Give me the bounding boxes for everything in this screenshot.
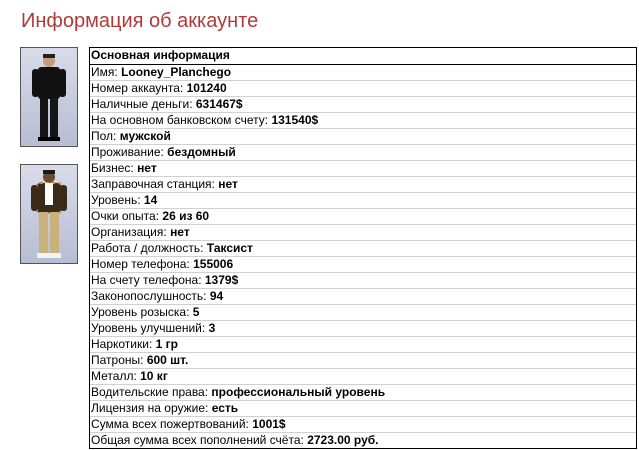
info-row-label: Уровень розыска: [91, 305, 190, 319]
info-row-label: На основном банковском счету: [91, 113, 269, 127]
info-row-label: Проживание: [91, 145, 164, 159]
info-row-value: 5 [192, 305, 200, 319]
info-row: Законопослушность: 94 [90, 289, 636, 305]
info-row-label: Пол: [91, 129, 117, 143]
info-row-label: Номер телефона: [91, 257, 190, 271]
info-row-value: 155006 [193, 257, 234, 271]
info-row: Наркотики: 1 гр [90, 337, 636, 353]
info-row-value: 131540$ [271, 113, 319, 127]
info-row: Заправочная станция: нет [90, 177, 636, 193]
info-row: Уровень розыска: 5 [90, 305, 636, 321]
info-row-label: Лицензия на оружие: [91, 401, 209, 415]
info-row-label: Номер аккаунта: [91, 81, 184, 95]
info-row: Очки опыта: 26 из 60 [90, 209, 636, 225]
info-row: Бизнес: нет [90, 161, 636, 177]
info-row-value: 631467$ [195, 97, 243, 111]
info-row-label: Патроны: [91, 353, 144, 367]
info-row-label: Очки опыта: [91, 209, 160, 223]
info-row: Работа / должность: Таксист [90, 241, 636, 257]
info-row: Лицензия на оружие: есть [90, 401, 636, 417]
info-row-value: 1001$ [252, 417, 286, 431]
info-row-value: 2723.00 руб. [307, 433, 379, 447]
info-row: Организация: нет [90, 225, 636, 241]
info-row-label: Заправочная станция: [91, 177, 215, 191]
info-row-label: Сумма всех пожертвований: [91, 417, 249, 431]
info-row-label: Работа / должность: [91, 241, 204, 255]
info-row: Пол: мужской [90, 129, 636, 145]
info-row-value: 10 кг [140, 369, 168, 383]
info-row: Номер аккаунта: 101240 [90, 81, 636, 97]
skin-casual-avatar [20, 164, 78, 264]
info-row-value: есть [211, 401, 239, 415]
info-row-label: Наркотики: [91, 337, 153, 351]
info-row-value: профессиональный уровень [211, 385, 386, 399]
info-row: Номер телефона: 155006 [90, 257, 636, 273]
info-row: Наличные деньги: 631467$ [90, 97, 636, 113]
info-row-label: Бизнес: [91, 161, 134, 175]
info-row-value: Таксист [206, 241, 253, 255]
info-row-value: 94 [209, 289, 224, 303]
info-row-value: 101240 [186, 81, 227, 95]
info-row-value: нет [218, 177, 238, 191]
info-row-value: мужской [119, 129, 171, 143]
info-row: Уровень: 14 [90, 193, 636, 209]
info-rows: Имя: Looney_Planchego Номер аккаунта: 101… [90, 65, 636, 448]
info-row-label: Водительские права: [91, 385, 209, 399]
info-row-value: 1 гр [155, 337, 178, 351]
info-row-value: 600 шт. [146, 353, 189, 367]
info-row-value: Looney_Planchego [121, 65, 232, 79]
info-row: Металл: 10 кг [90, 369, 636, 385]
info-row: На основном банковском счету: 131540$ [90, 113, 636, 129]
info-row-value: 3 [208, 321, 216, 335]
info-row: На счету телефона: 1379$ [90, 273, 636, 289]
info-row-value: 1379$ [204, 273, 239, 287]
info-row: Имя: Looney_Planchego [90, 65, 636, 81]
casual-figure-image [31, 170, 67, 258]
suit-figure-image [32, 54, 66, 141]
page-title: Информация об аккаунте [21, 10, 259, 32]
info-row: Патроны: 600 шт. [90, 353, 636, 369]
info-table-header: Основная информация [90, 48, 636, 65]
info-row-label: Металл: [91, 369, 137, 383]
skin-suit-avatar [20, 47, 78, 147]
info-row: Уровень улучшений: 3 [90, 321, 636, 337]
info-row-value: бездомный [167, 145, 236, 159]
info-row-label: Законопослушность: [91, 289, 207, 303]
info-row-value: 14 [143, 193, 158, 207]
account-info-table: Основная информация Имя: Looney_Plancheg… [89, 47, 637, 449]
info-row: Водительские права: профессиональный уро… [90, 385, 636, 401]
info-row-value: нет [137, 161, 157, 175]
info-row-label: Организация: [91, 225, 167, 239]
info-row-label: Уровень улучшений: [91, 321, 206, 335]
info-row: Сумма всех пожертвований: 1001$ [90, 417, 636, 433]
info-row-label: Наличные деньги: [91, 97, 193, 111]
info-row: Общая сумма всех пополнений счёта: 2723.… [90, 433, 636, 448]
info-row-label: Уровень: [91, 193, 141, 207]
info-row-label: Имя: [91, 65, 118, 79]
info-row: Проживание: бездомный [90, 145, 636, 161]
info-row-value: нет [170, 225, 190, 239]
info-row-label: Общая сумма всех пополнений счёта: [91, 433, 304, 447]
info-row-label: На счету телефона: [91, 273, 202, 287]
info-row-value: 26 из 60 [162, 209, 210, 223]
